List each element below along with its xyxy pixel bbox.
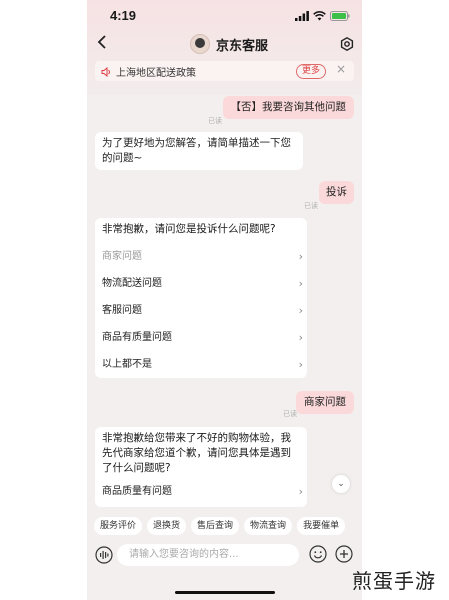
status-time: 4:19 (110, 8, 137, 23)
option-product-quality[interactable]: 商品质量有问题 › (95, 478, 307, 505)
message-text: 商家问题 (304, 396, 346, 408)
option-merchant[interactable]: 商家问题 › (95, 243, 307, 270)
agent-question: 非常抱歉，请问您是投诉什么问题呢? (102, 223, 276, 235)
voice-icon (95, 546, 113, 564)
home-indicator (175, 591, 275, 594)
message-line: 先代商家给您道个歉，请问您具体是遇到 (102, 447, 291, 459)
voice-button[interactable] (95, 546, 113, 568)
notice-text: 上海地区配送政策 (116, 67, 196, 79)
option-none[interactable]: 以上都不是 › (95, 351, 307, 378)
notice-bar[interactable]: 上海地区配送政策 更多 × (95, 61, 354, 81)
message-line: 非常抱歉给您带来了不好的购物体验，我 (102, 432, 291, 444)
battery-icon (330, 11, 350, 21)
scroll-down-button[interactable]: ⌄ (332, 475, 350, 493)
signal-icon (295, 11, 309, 21)
option-logistics[interactable]: 物流配送问题 › (95, 270, 307, 297)
option-label: 商家问题 (102, 251, 142, 262)
plus-icon (335, 545, 353, 563)
emoji-button[interactable] (309, 545, 327, 567)
message-line: 了什么问题呢? (102, 462, 171, 474)
wifi-icon (313, 11, 326, 21)
avatar (190, 34, 210, 54)
option-quality[interactable]: 商品有质量问题 › (95, 324, 307, 351)
chip-after-sales[interactable]: 售后查询 (191, 517, 240, 535)
option-list: 商品质量有问题 › (95, 478, 307, 505)
option-label: 商品有质量问题 (102, 332, 172, 343)
watermark: 煎蛋手游 (352, 569, 436, 593)
back-button[interactable] (97, 34, 107, 55)
page-title: 京东客服 (216, 38, 269, 54)
chip-logistics[interactable]: 物流查询 (244, 517, 293, 535)
chevron-right-icon: › (298, 358, 303, 371)
chip-service-rating[interactable]: 服务评价 (94, 517, 143, 535)
status-icons (295, 10, 350, 22)
user-message: 商家问题 (296, 391, 354, 414)
chevron-left-icon (97, 35, 106, 49)
chevron-right-icon: › (298, 277, 303, 290)
double-chevron-down-icon: ⌄ (337, 479, 345, 489)
chat-header: 京东客服 (87, 30, 362, 60)
chip-urge-order[interactable]: 我要催单 (297, 517, 346, 535)
settings-button[interactable] (340, 36, 354, 55)
speaker-icon (101, 62, 112, 81)
message-body: 非常抱歉给您带来了不好的购物体验，我 先代商家给您道个歉，请问您具体是遇到 了什… (102, 431, 302, 476)
smiley-icon (309, 545, 327, 563)
user-message: 投诉 (319, 181, 354, 204)
chevron-right-icon: › (298, 331, 303, 344)
more-button[interactable]: 更多 (295, 64, 326, 79)
read-receipt: 已读 (283, 410, 297, 418)
close-icon[interactable]: × (336, 62, 346, 76)
option-service[interactable]: 客服问题 › (95, 297, 307, 324)
message-input[interactable]: 请输入您要咨询的内容... (117, 544, 299, 566)
phone-screen: 4:19 京东客服 上海地区配送政策 更多 × 【否】我要咨询其他问题 已读 为… (87, 0, 362, 600)
agent-message: 为了更好地为您解答，请简单描述一下您 的问题~ (95, 132, 303, 170)
gear-icon (340, 36, 354, 52)
user-message: 【否】我要咨询其他问题 (222, 96, 354, 119)
option-label: 以上都不是 (102, 359, 152, 370)
add-button[interactable] (335, 545, 353, 567)
status-bar: 4:19 (87, 0, 362, 30)
chip-return-exchange[interactable]: 退换货 (147, 517, 187, 535)
option-label: 物流配送问题 (102, 278, 162, 289)
option-label: 客服问题 (102, 305, 142, 316)
message-text: 【否】我要咨询其他问题 (230, 101, 347, 113)
message-line: 的问题~ (102, 152, 143, 164)
option-label: 商品质量有问题 (102, 486, 172, 497)
read-receipt: 已读 (208, 117, 222, 125)
input-bar: 请输入您要咨询的内容... (87, 537, 362, 600)
quick-reply-bar: 服务评价 退换货 售后查询 物流查询 我要催单 (94, 517, 346, 535)
read-receipt: 已读 (304, 202, 318, 210)
chevron-right-icon: › (298, 304, 303, 317)
option-list: 商家问题 › 物流配送问题 › 客服问题 › 商品有质量问题 › 以上都不是 › (95, 243, 307, 378)
chat-title-group: 京东客服 (190, 34, 268, 54)
message-line: 为了更好地为您解答，请简单描述一下您 (102, 137, 291, 149)
message-text: 投诉 (326, 186, 347, 198)
chevron-right-icon: › (298, 250, 303, 263)
chevron-right-icon: › (298, 485, 303, 498)
